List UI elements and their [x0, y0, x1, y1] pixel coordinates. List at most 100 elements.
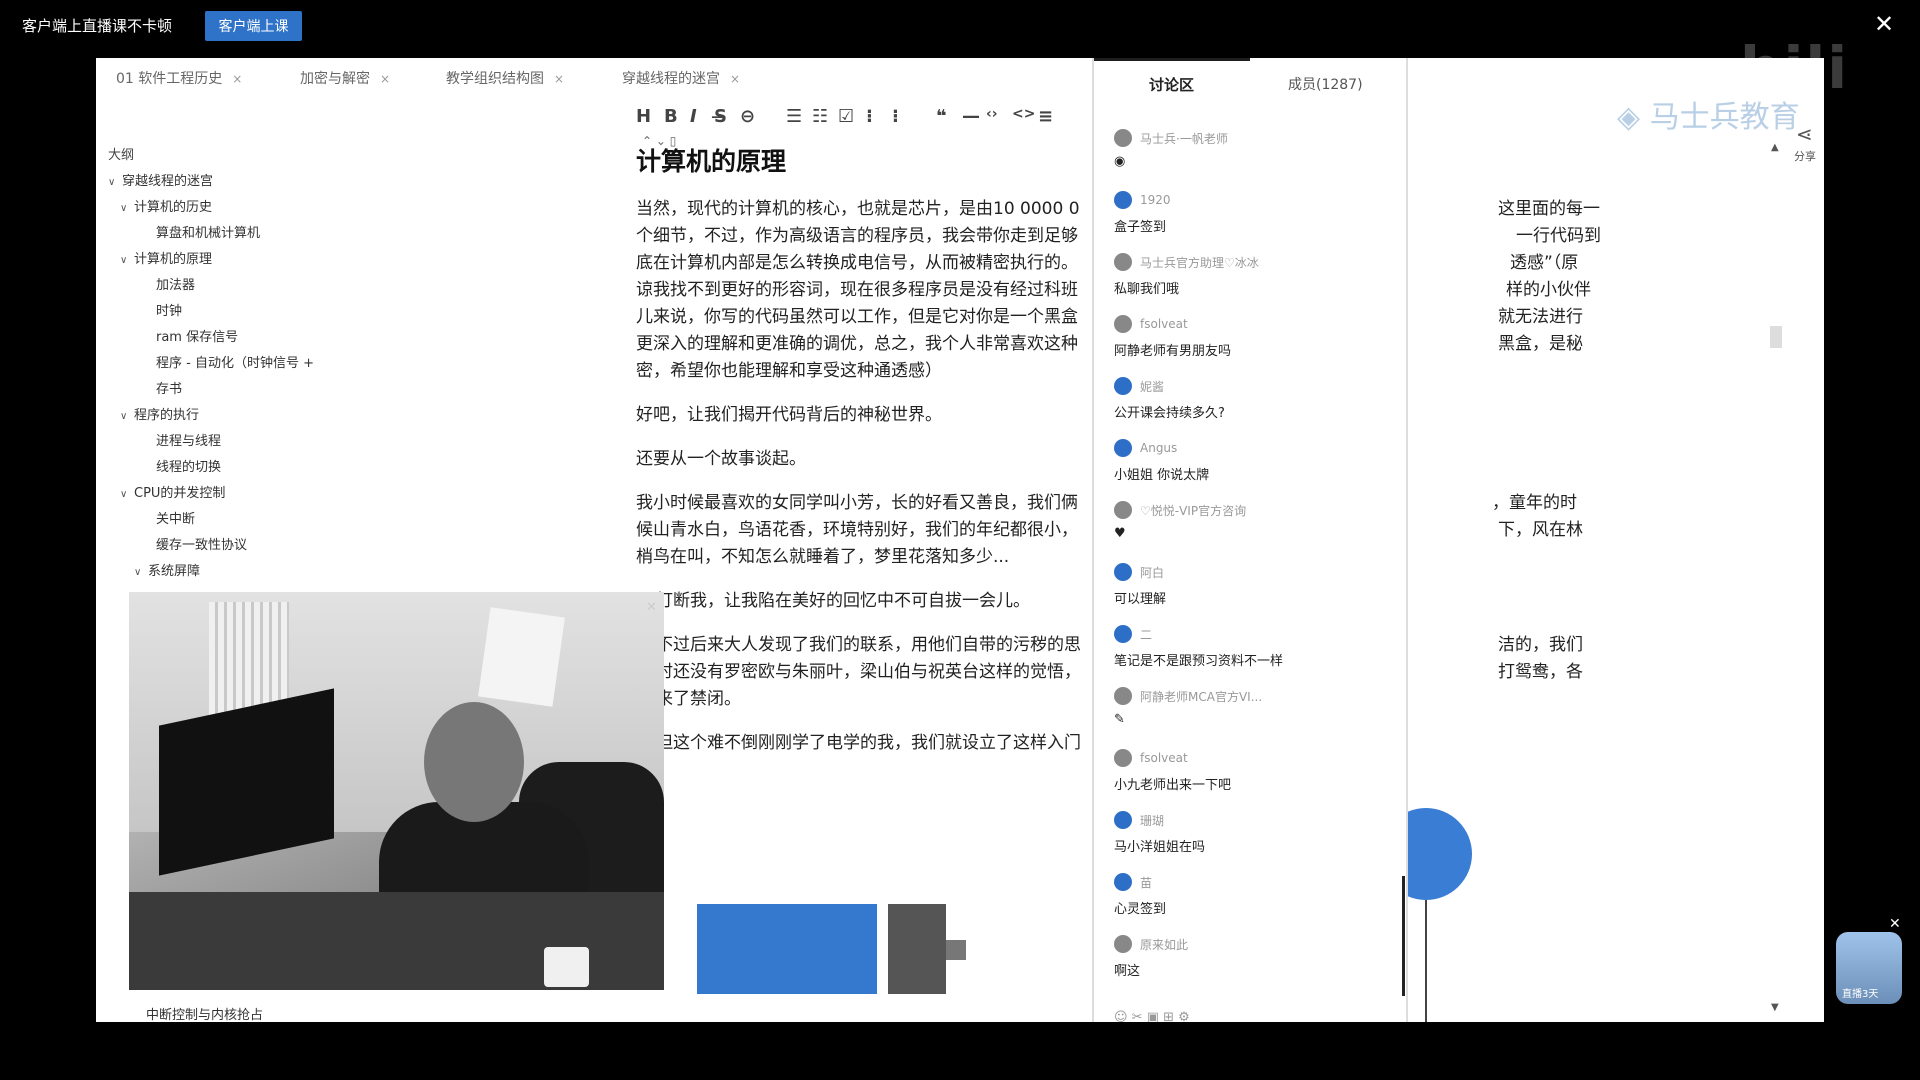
tab-software-history[interactable]: 01 软件工程历史 ×: [116, 68, 242, 88]
chat-text: 笔记是不是跟预习资料不一样: [1114, 654, 1284, 669]
table-icon[interactable]: ≡: [1038, 106, 1053, 127]
avatar: [1114, 501, 1132, 519]
outline-item[interactable]: ∨ 计算机的原理: [120, 248, 212, 267]
outline-item[interactable]: 加法器: [142, 274, 195, 293]
strikethrough-icon[interactable]: S̶: [714, 106, 727, 127]
document-heading: 计算机的原理: [636, 147, 787, 176]
share-icon[interactable]: ⋖: [1796, 122, 1813, 146]
mascot-close-icon[interactable]: ✕: [1889, 916, 1901, 932]
outline-item[interactable]: 程序 - 自动化（时钟信号 +: [142, 352, 314, 371]
chat-message: 马士兵·一帆老师 ◉: [1114, 128, 1394, 169]
outline-item[interactable]: ∨ 计算机的历史: [120, 196, 212, 215]
code-block-icon[interactable]: <>: [1012, 106, 1035, 122]
chat-username: 珊瑚: [1140, 813, 1165, 828]
brand-watermark: ◈ 马士兵教育: [1617, 100, 1800, 135]
outline-item[interactable]: ∨ CPU的并发控制: [120, 482, 225, 501]
paragraph-line: 不过后来大人发现了我们的联系，用他们自带的污秽的思: [656, 635, 1081, 655]
paragraph-fragment: 洁的，我们: [1498, 635, 1583, 655]
outline-item[interactable]: 中断控制与内核抢占: [146, 1004, 263, 1022]
italic-icon[interactable]: I: [690, 106, 697, 127]
battery-terminal: [946, 940, 966, 960]
outline-item[interactable]: 进程与线程: [142, 430, 221, 449]
avatar: [1114, 935, 1132, 953]
chat-username: 苗: [1140, 875, 1153, 890]
indent-icon[interactable]: ⁝: [866, 106, 873, 127]
outline-item[interactable]: ram 保存信号: [142, 326, 238, 345]
paragraph-fragment: 这里面的每一: [1498, 199, 1600, 219]
tab-discussion[interactable]: 讨论区: [1149, 74, 1194, 95]
chat-text: ◉: [1114, 154, 1126, 169]
chat-username: fsolveat: [1140, 751, 1188, 765]
chat-text: 马小洋姐姐在吗: [1114, 840, 1206, 855]
close-tab-icon[interactable]: ×: [232, 72, 242, 86]
tab-encryption[interactable]: 加密与解密 ×: [300, 68, 390, 88]
outline-item[interactable]: 线程的切换: [142, 456, 221, 475]
outline-item[interactable]: ∨ 系统屏障: [134, 560, 200, 579]
paragraph-fragment: 就无法进行: [1498, 307, 1583, 327]
checklist-icon[interactable]: ☑: [838, 106, 854, 127]
heading-icon[interactable]: H: [636, 106, 651, 127]
paragraph-line: 儿来说，你写的代码虽然可以工作，但是它对你是一个黑盒: [636, 307, 1078, 327]
chat-message: 阿白 可以理解: [1114, 562, 1394, 607]
paragraph-fragment: ，童年的时: [1492, 493, 1577, 513]
quote-icon[interactable]: ❝: [936, 106, 947, 127]
chat-message: 二笔记是不是跟预习资料不一样: [1114, 624, 1394, 669]
outline-item[interactable]: 存书: [142, 378, 182, 397]
avatar: [1114, 749, 1132, 767]
avatar: [1114, 625, 1132, 643]
outline-item[interactable]: 关中断: [142, 508, 195, 527]
outline-item[interactable]: 算盘和机械计算机: [142, 222, 260, 241]
outline-item[interactable]: 时钟: [142, 300, 182, 319]
paragraph-fragment: 打鸳鸯，各: [1498, 662, 1583, 682]
video-mug: [544, 947, 589, 987]
scrollbar-thumb[interactable]: [1770, 326, 1782, 348]
bullet-list-icon[interactable]: ☰: [786, 106, 802, 127]
outdent-icon[interactable]: ⁝: [892, 106, 899, 127]
battery-body: [697, 904, 877, 994]
tab-org-chart[interactable]: 教学组织结构图 ×: [446, 68, 564, 88]
video-close-icon[interactable]: ✕: [646, 600, 657, 615]
chat-username: 马士兵·一帆老师: [1140, 131, 1228, 146]
chat-text: 啊这: [1114, 964, 1141, 979]
chevron-up-icon[interactable]: ▲: [1771, 142, 1779, 153]
inline-code-icon[interactable]: ‹›: [986, 106, 998, 122]
webcam-video[interactable]: [129, 592, 664, 990]
paragraph-line: 梢鸟在叫，不知怎么就睡着了，梦里花落知多少...: [636, 547, 1010, 567]
close-tab-icon[interactable]: ×: [730, 72, 740, 86]
avatar: [1114, 687, 1132, 705]
close-tab-icon[interactable]: ×: [554, 72, 564, 86]
outline-item[interactable]: ∨ 穿越线程的迷宫: [108, 170, 213, 189]
paragraph-line: 当然，现代的计算机的核心，也就是芯片，是由10 0000 0: [636, 199, 1080, 219]
chat-scrollbar[interactable]: [1402, 876, 1405, 996]
chat-username: 原来如此: [1140, 937, 1189, 952]
chat-message: 妮酱 公开课会持续多久?: [1114, 376, 1394, 421]
bold-icon[interactable]: B: [664, 106, 678, 127]
close-tab-icon[interactable]: ×: [380, 72, 390, 86]
link-icon[interactable]: ⊖: [740, 106, 755, 127]
ordered-list-icon[interactable]: ☷: [812, 106, 828, 127]
client-class-button[interactable]: 客户端上课: [205, 11, 302, 41]
top-bar: 客户端上直播课不卡顿 客户端上课 ✕: [0, 0, 1920, 50]
chat-message: Angus 小姐姐 你说太牌: [1114, 438, 1394, 483]
battery-cap: [888, 904, 946, 994]
paragraph-line: 谅我找不到更好的形容词，现在很多程序员是没有经过科班: [636, 280, 1078, 300]
close-icon[interactable]: ✕: [1874, 10, 1894, 38]
chat-username: 阿白: [1140, 565, 1165, 580]
tab-members[interactable]: 成员(1287): [1288, 74, 1363, 94]
paragraph-line: 密，希望你也能理解和享受这种通透感）: [636, 361, 942, 381]
outline-item[interactable]: 缓存一致性协议: [142, 534, 247, 553]
paragraph-line: 还要从一个故事谈起。: [636, 449, 806, 469]
paragraph-line: 底在计算机内部是怎么转换成电信号，从而被精密执行的。: [636, 253, 1078, 273]
tab-thread-maze[interactable]: 穿越线程的迷宫 ×: [622, 68, 740, 88]
chat-text: 小姐姐 你说太牌: [1114, 468, 1210, 483]
divider-icon[interactable]: —: [962, 106, 980, 127]
chat-text: ✎: [1114, 712, 1125, 727]
chevron-down-icon[interactable]: ▼: [1771, 1002, 1779, 1013]
paragraph-line: 更深入的理解和更准确的调优，总之，我个人非常喜欢这种: [636, 334, 1078, 354]
share-label[interactable]: 分享: [1794, 148, 1816, 164]
outline-item[interactable]: ∨ 程序的执行: [120, 404, 199, 423]
paragraph-line: 但这个难不倒刚刚学了电学的我，我们就设立了这样入门: [656, 733, 1081, 753]
chat-input-toolbar[interactable]: ☺ ✂ ▣ ⊞ ⚙: [1114, 1010, 1190, 1022]
chat-username: 阿静老师MCA官方VI...: [1140, 689, 1263, 704]
chat-message: fsolveat 阿静老师有男朋友吗: [1114, 314, 1394, 359]
